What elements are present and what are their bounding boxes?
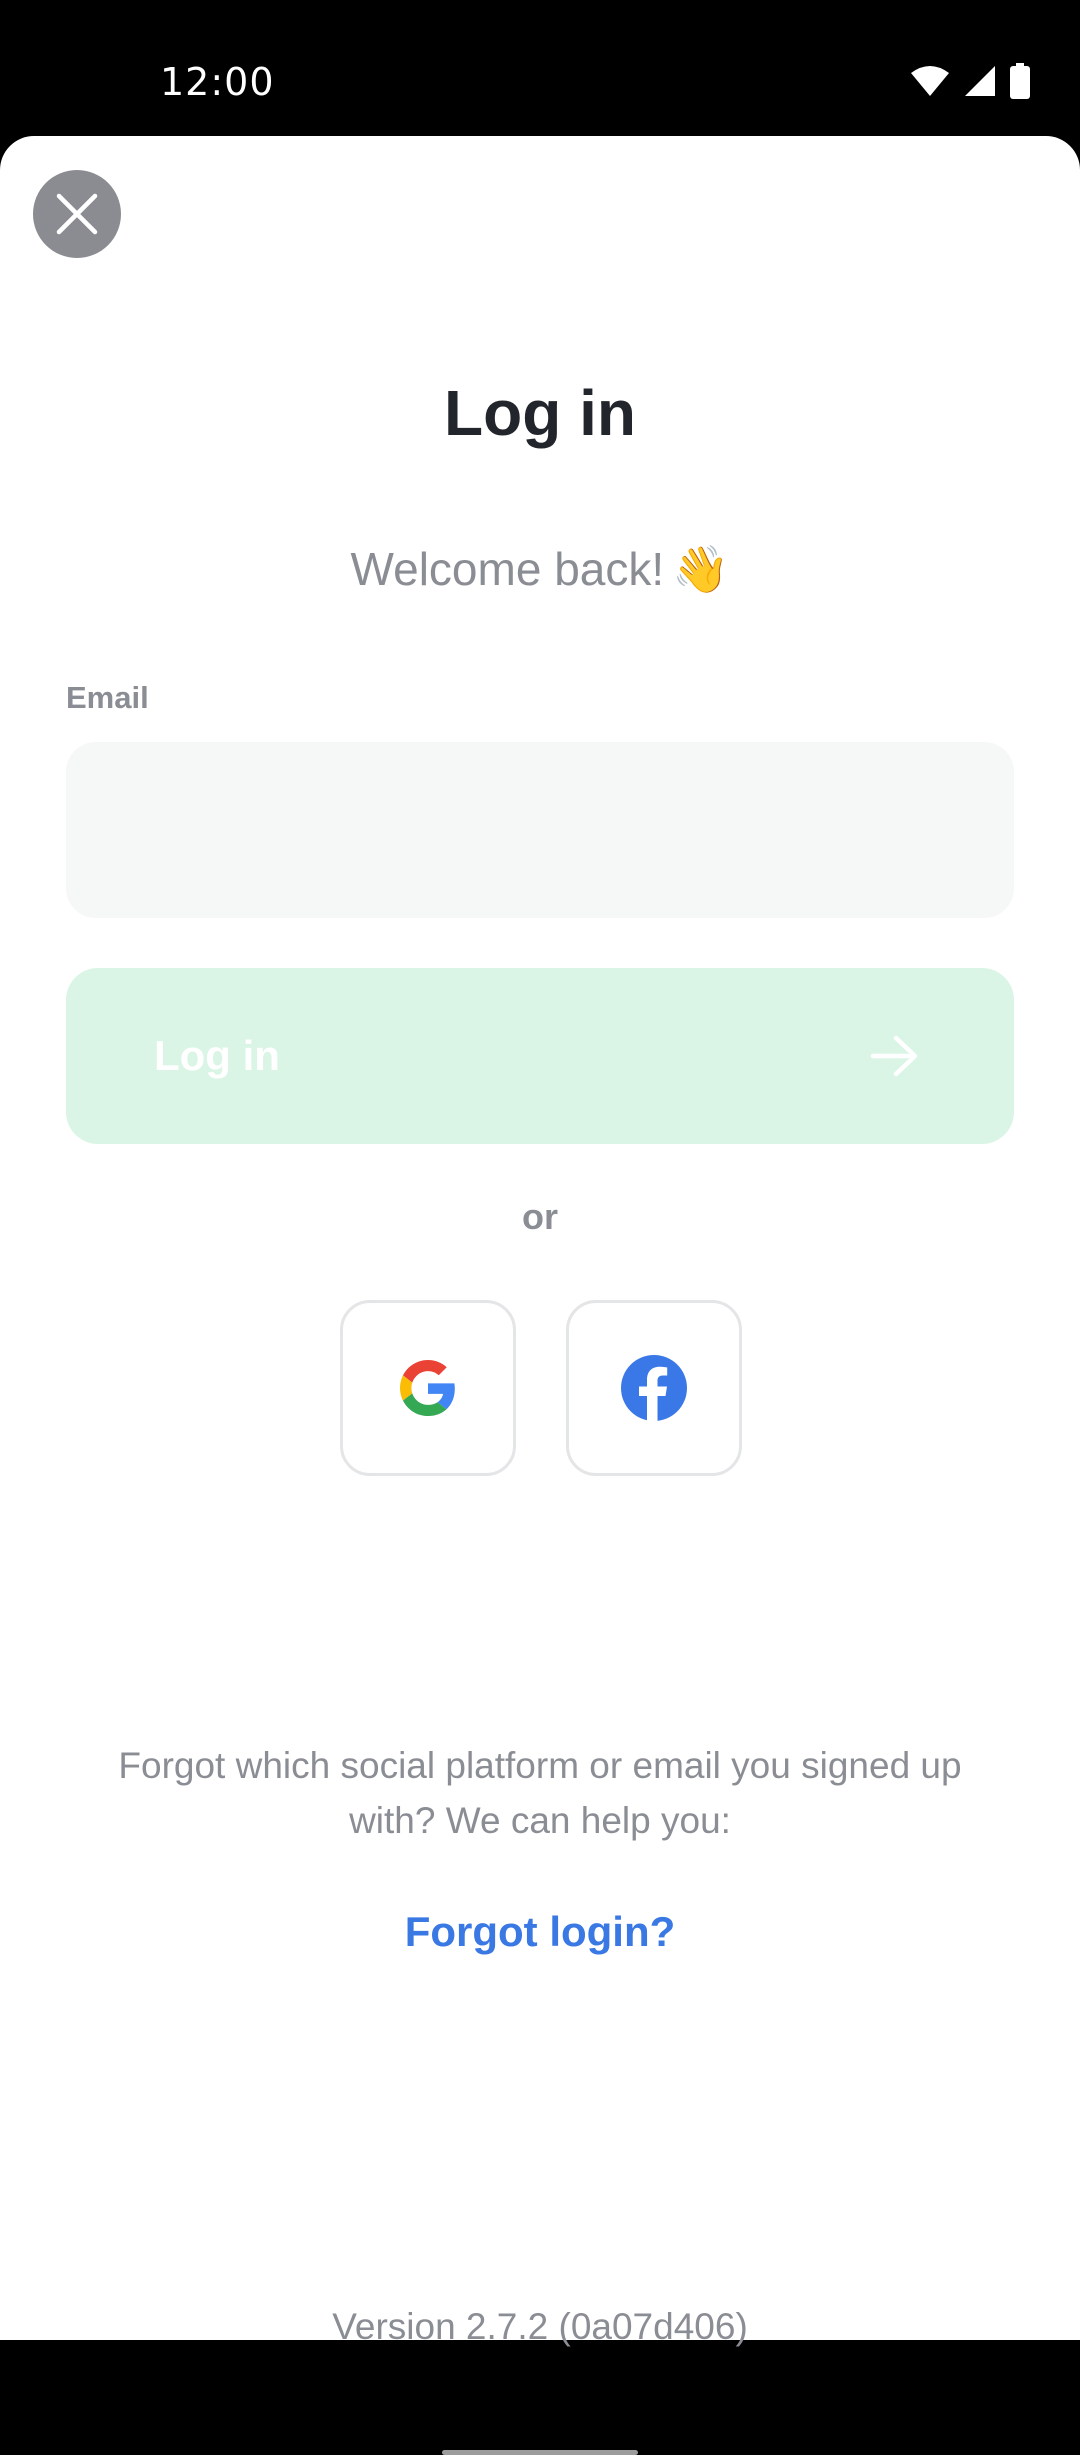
google-login-button[interactable] bbox=[340, 1300, 516, 1476]
waving-hand-icon: 👋 bbox=[672, 543, 730, 595]
page-title: Log in bbox=[444, 377, 636, 449]
home-indicator[interactable] bbox=[442, 2450, 638, 2455]
login-sheet: Log in Welcome back! 👋 Email Log in or Fo… bbox=[0, 136, 1080, 2455]
email-field[interactable] bbox=[66, 742, 1014, 918]
close-icon bbox=[56, 193, 98, 235]
login-button-label: Log in bbox=[154, 1032, 280, 1079]
cellular-signal-icon bbox=[965, 66, 995, 96]
status-icons bbox=[910, 62, 1030, 100]
status-time: 12:00 bbox=[160, 60, 275, 104]
version-text: Version 2.7.2 (0a07d406) bbox=[332, 2306, 748, 2347]
status-bar: 12:00 bbox=[0, 0, 1080, 136]
facebook-icon bbox=[621, 1355, 687, 1421]
wifi-icon bbox=[911, 66, 949, 96]
close-button[interactable] bbox=[33, 170, 121, 258]
or-divider: or bbox=[522, 1196, 558, 1237]
help-text: Forgot which social platform or email yo… bbox=[118, 1745, 962, 1841]
email-label: Email bbox=[66, 680, 149, 715]
forgot-login-link[interactable]: Forgot login? bbox=[0, 1908, 1080, 1956]
welcome-text: Welcome back! bbox=[350, 543, 665, 595]
facebook-login-button[interactable] bbox=[566, 1300, 742, 1476]
google-icon bbox=[400, 1360, 455, 1416]
login-button[interactable]: Log in bbox=[66, 968, 1014, 1144]
welcome-subtitle: Welcome back! 👋 bbox=[0, 542, 1080, 597]
battery-icon bbox=[1010, 63, 1030, 99]
arrow-right-icon bbox=[870, 1035, 918, 1077]
